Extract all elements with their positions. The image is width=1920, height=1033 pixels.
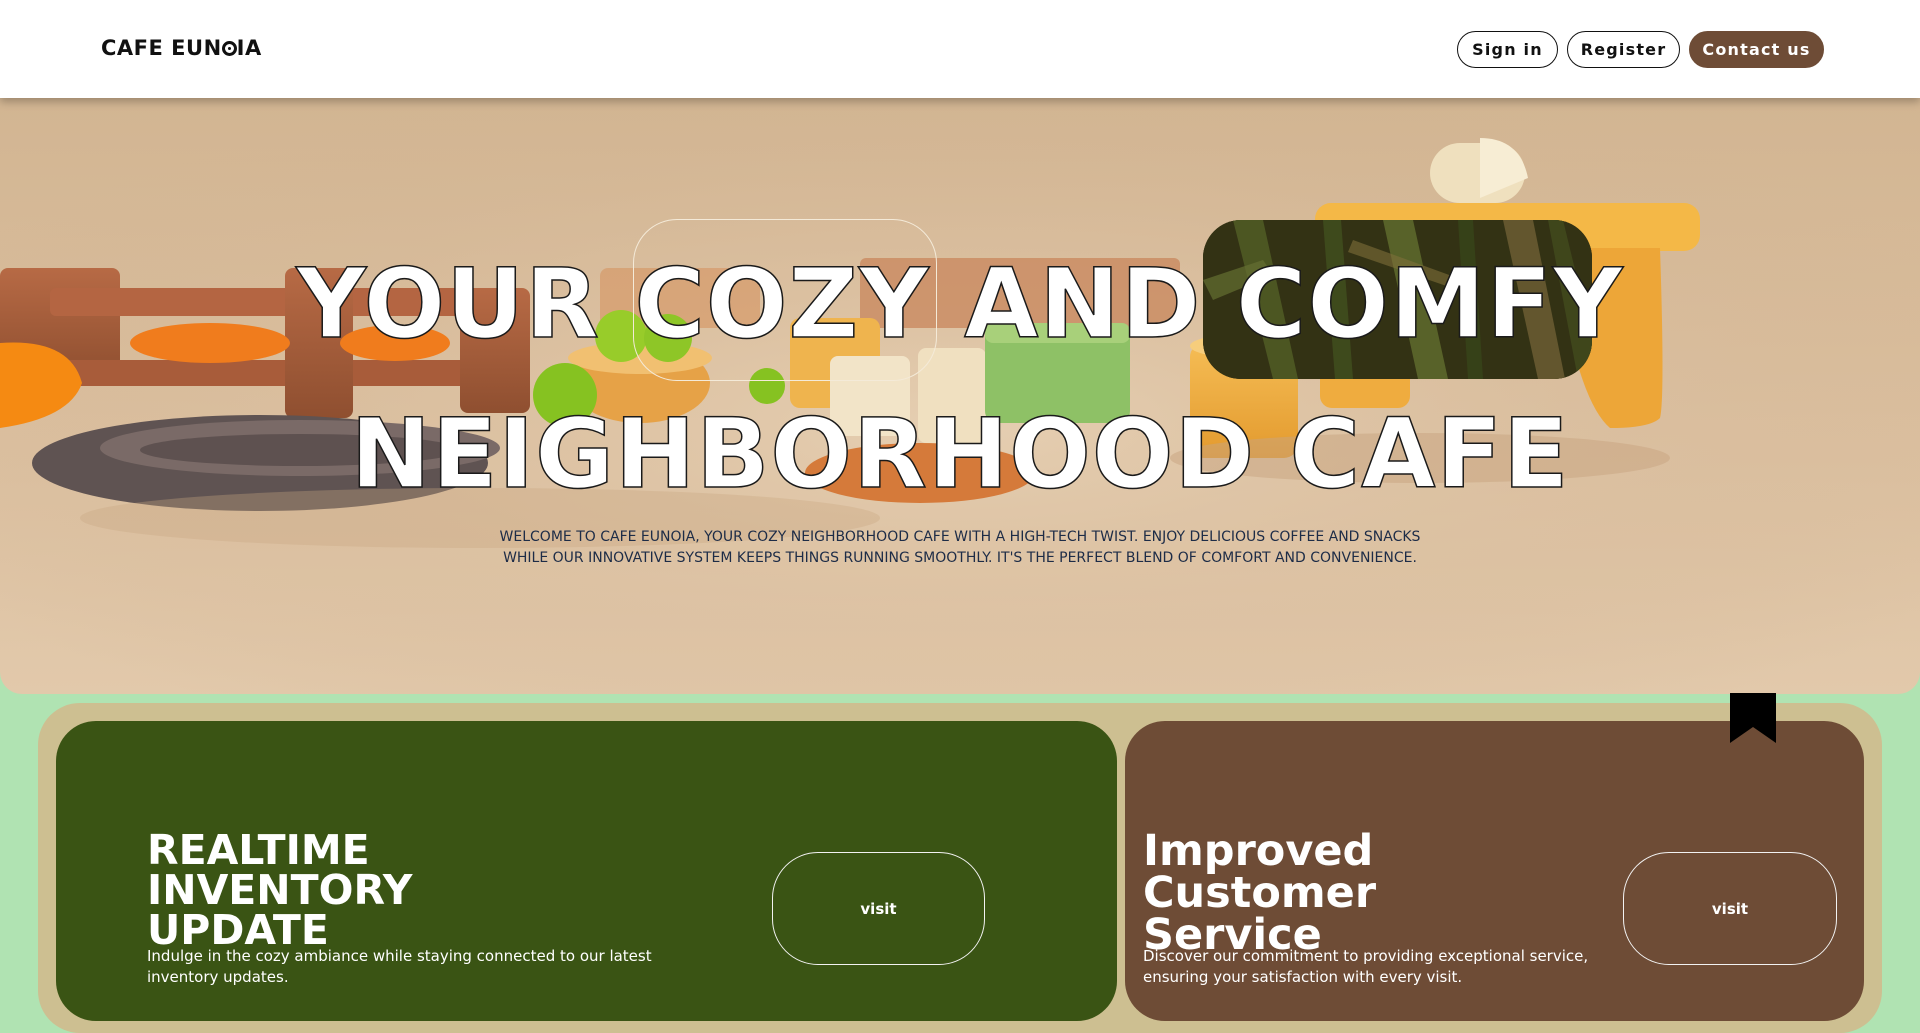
contact-us-button[interactable]: Contact us [1689, 31, 1824, 68]
hero-3d-scene-image [0, 98, 1920, 694]
inventory-title-line: INVENTORY [147, 866, 413, 915]
logo[interactable]: CAFE EUN IA [101, 36, 262, 60]
hero-section: YOUR COZY AND COMFY NEIGHBORHOOD CAFE WE… [0, 98, 1920, 694]
hero-headline-line2: NEIGHBORHOOD CAFE [350, 398, 1570, 510]
inventory-visit-button[interactable]: visit [772, 852, 985, 965]
sign-in-button[interactable]: Sign in [1457, 31, 1558, 68]
logo-o-icon [221, 41, 237, 56]
inventory-card-title: REALTIME INVENTORY UPDATE [147, 826, 413, 955]
customer-service-card-description: Discover our commitment to providing exc… [1143, 947, 1589, 986]
customer-service-visit-button[interactable]: visit [1623, 852, 1837, 965]
inventory-card-description: Indulge in the cozy ambiance while stayi… [147, 947, 652, 986]
inventory-title-line: REALTIME [147, 826, 370, 874]
service-title-line: Improved [1143, 826, 1374, 876]
register-button[interactable]: Register [1567, 31, 1680, 68]
service-title-line: Customer [1143, 868, 1377, 919]
hero-tagline: WELCOME TO CAFE EUNOIA, YOUR COZY NEIGHB… [499, 529, 1421, 566]
logo-text-end: IA [236, 36, 262, 60]
bookmark-icon[interactable] [1730, 693, 1776, 743]
logo-text-start: CAFE EUN [101, 36, 222, 60]
customer-service-card-title: Improved Customer Service [1143, 826, 1377, 956]
hero-headline-line1: YOUR COZY AND COMFY [296, 248, 1624, 360]
site-header: CAFE EUN IA Sign in Register Contact us [0, 0, 1920, 98]
inventory-title-line: UPDATE [147, 906, 329, 955]
